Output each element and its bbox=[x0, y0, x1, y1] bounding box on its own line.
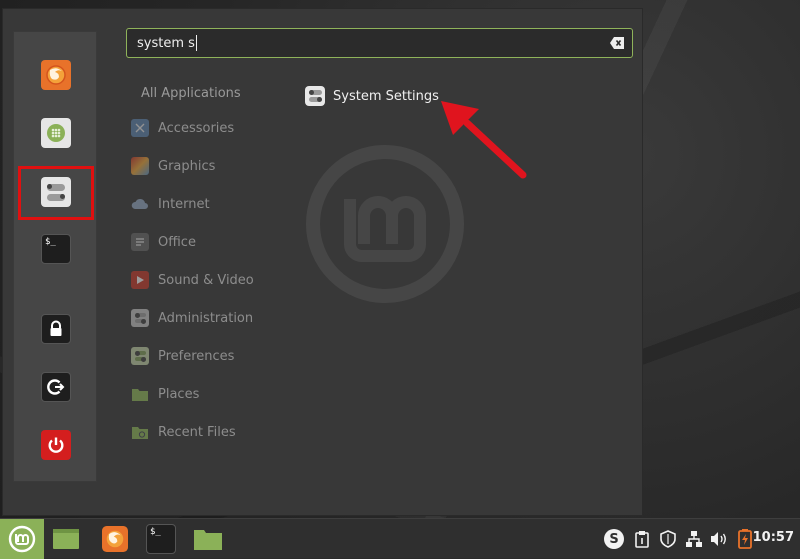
firefox-icon bbox=[46, 65, 66, 85]
favorites-sidebar: $_ bbox=[13, 31, 97, 482]
category-label: Administration bbox=[158, 310, 254, 326]
lock-icon bbox=[50, 320, 62, 336]
skype-icon: S bbox=[604, 529, 624, 549]
search-result-label: System Settings bbox=[333, 88, 439, 104]
category-label: Recent Files bbox=[158, 424, 236, 440]
tray-volume[interactable] bbox=[708, 526, 730, 552]
sidebar-item-logout[interactable] bbox=[41, 372, 71, 402]
application-menu: $_ system s All Applications Accessories… bbox=[2, 8, 643, 516]
tray-network[interactable] bbox=[683, 526, 705, 552]
play-icon bbox=[131, 271, 149, 289]
category-label: Places bbox=[158, 386, 200, 402]
settings-toggle-icon bbox=[305, 86, 325, 106]
shield-icon bbox=[660, 530, 676, 548]
search-result-system-settings[interactable]: System Settings bbox=[305, 85, 439, 107]
category-sound-video[interactable]: Sound & Video bbox=[131, 268, 254, 292]
clock[interactable]: 10:57 bbox=[753, 530, 794, 545]
terminal-icon: $_ bbox=[45, 237, 56, 247]
cloud-icon bbox=[131, 195, 149, 213]
tray-shield[interactable] bbox=[657, 526, 679, 552]
bottom-panel: $_ S 10:57 bbox=[0, 518, 800, 559]
category-office[interactable]: Office bbox=[131, 230, 196, 254]
graphics-icon bbox=[131, 157, 149, 175]
office-icon bbox=[131, 233, 149, 251]
skype-glyph: S bbox=[609, 531, 619, 547]
category-label: Graphics bbox=[158, 158, 216, 174]
clear-search-icon[interactable] bbox=[610, 37, 624, 49]
firefox-icon bbox=[102, 526, 128, 552]
annotation-highlight-box bbox=[18, 166, 94, 220]
taskbar-firefox[interactable] bbox=[100, 524, 130, 554]
sidebar-item-terminal[interactable]: $_ bbox=[41, 234, 71, 264]
sidebar-item-firefox[interactable] bbox=[41, 60, 71, 90]
menu-button[interactable] bbox=[0, 519, 44, 559]
category-recent-files[interactable]: Recent Files bbox=[131, 420, 236, 444]
taskbar-show-desktop[interactable] bbox=[51, 524, 81, 554]
power-icon bbox=[48, 437, 64, 453]
category-preferences[interactable]: Preferences bbox=[131, 344, 234, 368]
sidebar-item-lock-screen[interactable] bbox=[41, 314, 71, 344]
text-cursor bbox=[195, 35, 197, 51]
category-graphics[interactable]: Graphics bbox=[131, 154, 215, 178]
recent-folder-icon bbox=[131, 423, 149, 441]
terminal-icon: $_ bbox=[150, 527, 161, 537]
volume-icon bbox=[711, 532, 726, 546]
category-administration[interactable]: Administration bbox=[131, 306, 253, 330]
category-label: Accessories bbox=[158, 120, 235, 136]
accessories-icon bbox=[131, 119, 149, 137]
category-all-applications[interactable]: All Applications bbox=[141, 81, 241, 105]
sidebar-item-shutdown[interactable] bbox=[41, 430, 71, 460]
category-places[interactable]: Places bbox=[131, 382, 199, 406]
category-label: Preferences bbox=[158, 348, 235, 364]
network-icon bbox=[686, 531, 702, 547]
taskbar-files[interactable] bbox=[193, 524, 223, 554]
administration-icon bbox=[131, 309, 149, 327]
mint-logo-icon bbox=[8, 525, 36, 553]
folder-icon bbox=[194, 530, 222, 550]
category-internet[interactable]: Internet bbox=[131, 192, 210, 216]
category-label: Sound & Video bbox=[158, 272, 254, 288]
category-accessories[interactable]: Accessories bbox=[131, 116, 234, 140]
search-query: system s bbox=[137, 35, 195, 51]
tray-skype[interactable]: S bbox=[603, 526, 625, 552]
show-desktop-icon bbox=[53, 529, 79, 549]
tray-clipboard[interactable] bbox=[631, 526, 653, 552]
clipboard-icon bbox=[635, 531, 649, 548]
sidebar-item-software-manager[interactable] bbox=[41, 118, 71, 148]
search-input[interactable]: system s bbox=[126, 28, 633, 58]
category-label: Office bbox=[158, 234, 196, 250]
logout-icon bbox=[47, 379, 65, 395]
taskbar-terminal[interactable]: $_ bbox=[146, 524, 176, 554]
folder-icon bbox=[131, 385, 149, 403]
preferences-icon bbox=[131, 347, 149, 365]
annotation-arrow bbox=[441, 101, 527, 179]
category-label: Internet bbox=[158, 196, 210, 212]
battery-charging-icon bbox=[738, 529, 752, 549]
software-manager-icon bbox=[47, 124, 65, 142]
